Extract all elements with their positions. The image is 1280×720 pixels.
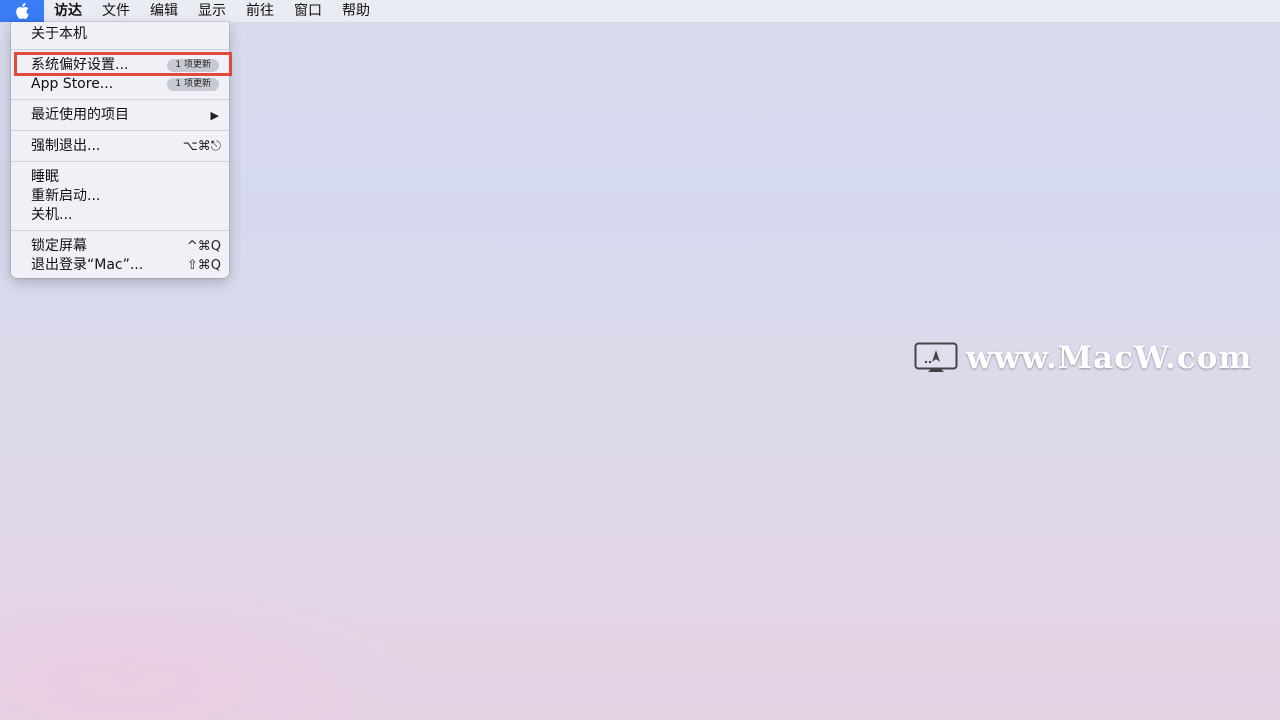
submenu-arrow-icon: ▶ <box>210 109 219 122</box>
menu-separator <box>11 49 229 50</box>
keyboard-shortcut: ⇧⌘Q <box>186 258 221 273</box>
menu-item-label: 退出登录“Mac”... <box>31 257 144 273</box>
menu-separator <box>11 161 229 162</box>
keyboard-shortcut: ^⌘Q <box>186 239 221 254</box>
apple-menu-button[interactable] <box>0 0 44 22</box>
menu-item-label: 系统偏好设置... <box>31 57 129 73</box>
menu-item-app-store[interactable]: App Store... 1 项更新 <box>11 75 229 94</box>
menu-separator <box>11 99 229 100</box>
menu-item-system-preferences[interactable]: 系统偏好设置... 1 项更新 <box>11 56 229 75</box>
menu-item-sleep[interactable]: 睡眠 <box>11 168 229 187</box>
menu-item-label: 强制退出... <box>31 138 101 154</box>
menubar-item-view[interactable]: 显示 <box>188 0 236 22</box>
menubar-item-file[interactable]: 文件 <box>92 0 140 22</box>
apple-dropdown-menu: 关于本机 系统偏好设置... 1 项更新 App Store... 1 项更新 … <box>11 22 232 278</box>
menu-separator <box>11 130 229 131</box>
monitor-logo-icon <box>914 342 958 372</box>
menu-item-label: App Store... <box>31 76 114 92</box>
menu-bar: 访达 文件 编辑 显示 前往 窗口 帮助 <box>0 0 1280 23</box>
apple-logo-icon <box>16 3 29 19</box>
menu-item-label: 重新启动... <box>31 188 101 204</box>
desktop-background <box>0 580 420 720</box>
menu-item-logout[interactable]: 退出登录“Mac”... ⇧⌘Q <box>11 256 229 275</box>
menu-item-about[interactable]: 关于本机 <box>11 25 229 44</box>
menu-item-force-quit[interactable]: 强制退出... ⌥⌘⎋ <box>11 137 229 156</box>
menubar-item-edit[interactable]: 编辑 <box>140 0 188 22</box>
update-badge: 1 项更新 <box>167 59 219 72</box>
menu-item-label: 关于本机 <box>31 26 87 42</box>
menu-item-label: 关机... <box>31 207 73 223</box>
menubar-item-help[interactable]: 帮助 <box>332 0 380 22</box>
keyboard-shortcut: ⌥⌘⎋ <box>182 139 221 154</box>
menubar-item-go[interactable]: 前往 <box>236 0 284 22</box>
menu-item-label: 睡眠 <box>31 169 59 185</box>
menu-item-label: 最近使用的项目 <box>31 107 129 123</box>
update-badge: 1 项更新 <box>167 78 219 91</box>
menu-item-label: 锁定屏幕 <box>31 238 87 254</box>
menu-item-shutdown[interactable]: 关机... <box>11 206 229 225</box>
menubar-item-window[interactable]: 窗口 <box>284 0 332 22</box>
menu-item-restart[interactable]: 重新启动... <box>11 187 229 206</box>
menu-item-recent-items[interactable]: 最近使用的项目 ▶ <box>11 106 229 125</box>
menu-separator <box>11 230 229 231</box>
menu-item-lock-screen[interactable]: 锁定屏幕 ^⌘Q <box>11 237 229 256</box>
watermark: www.MacW.com <box>914 340 1274 380</box>
watermark-text: www.MacW.com <box>966 340 1253 376</box>
menubar-item-finder[interactable]: 访达 <box>44 0 92 22</box>
